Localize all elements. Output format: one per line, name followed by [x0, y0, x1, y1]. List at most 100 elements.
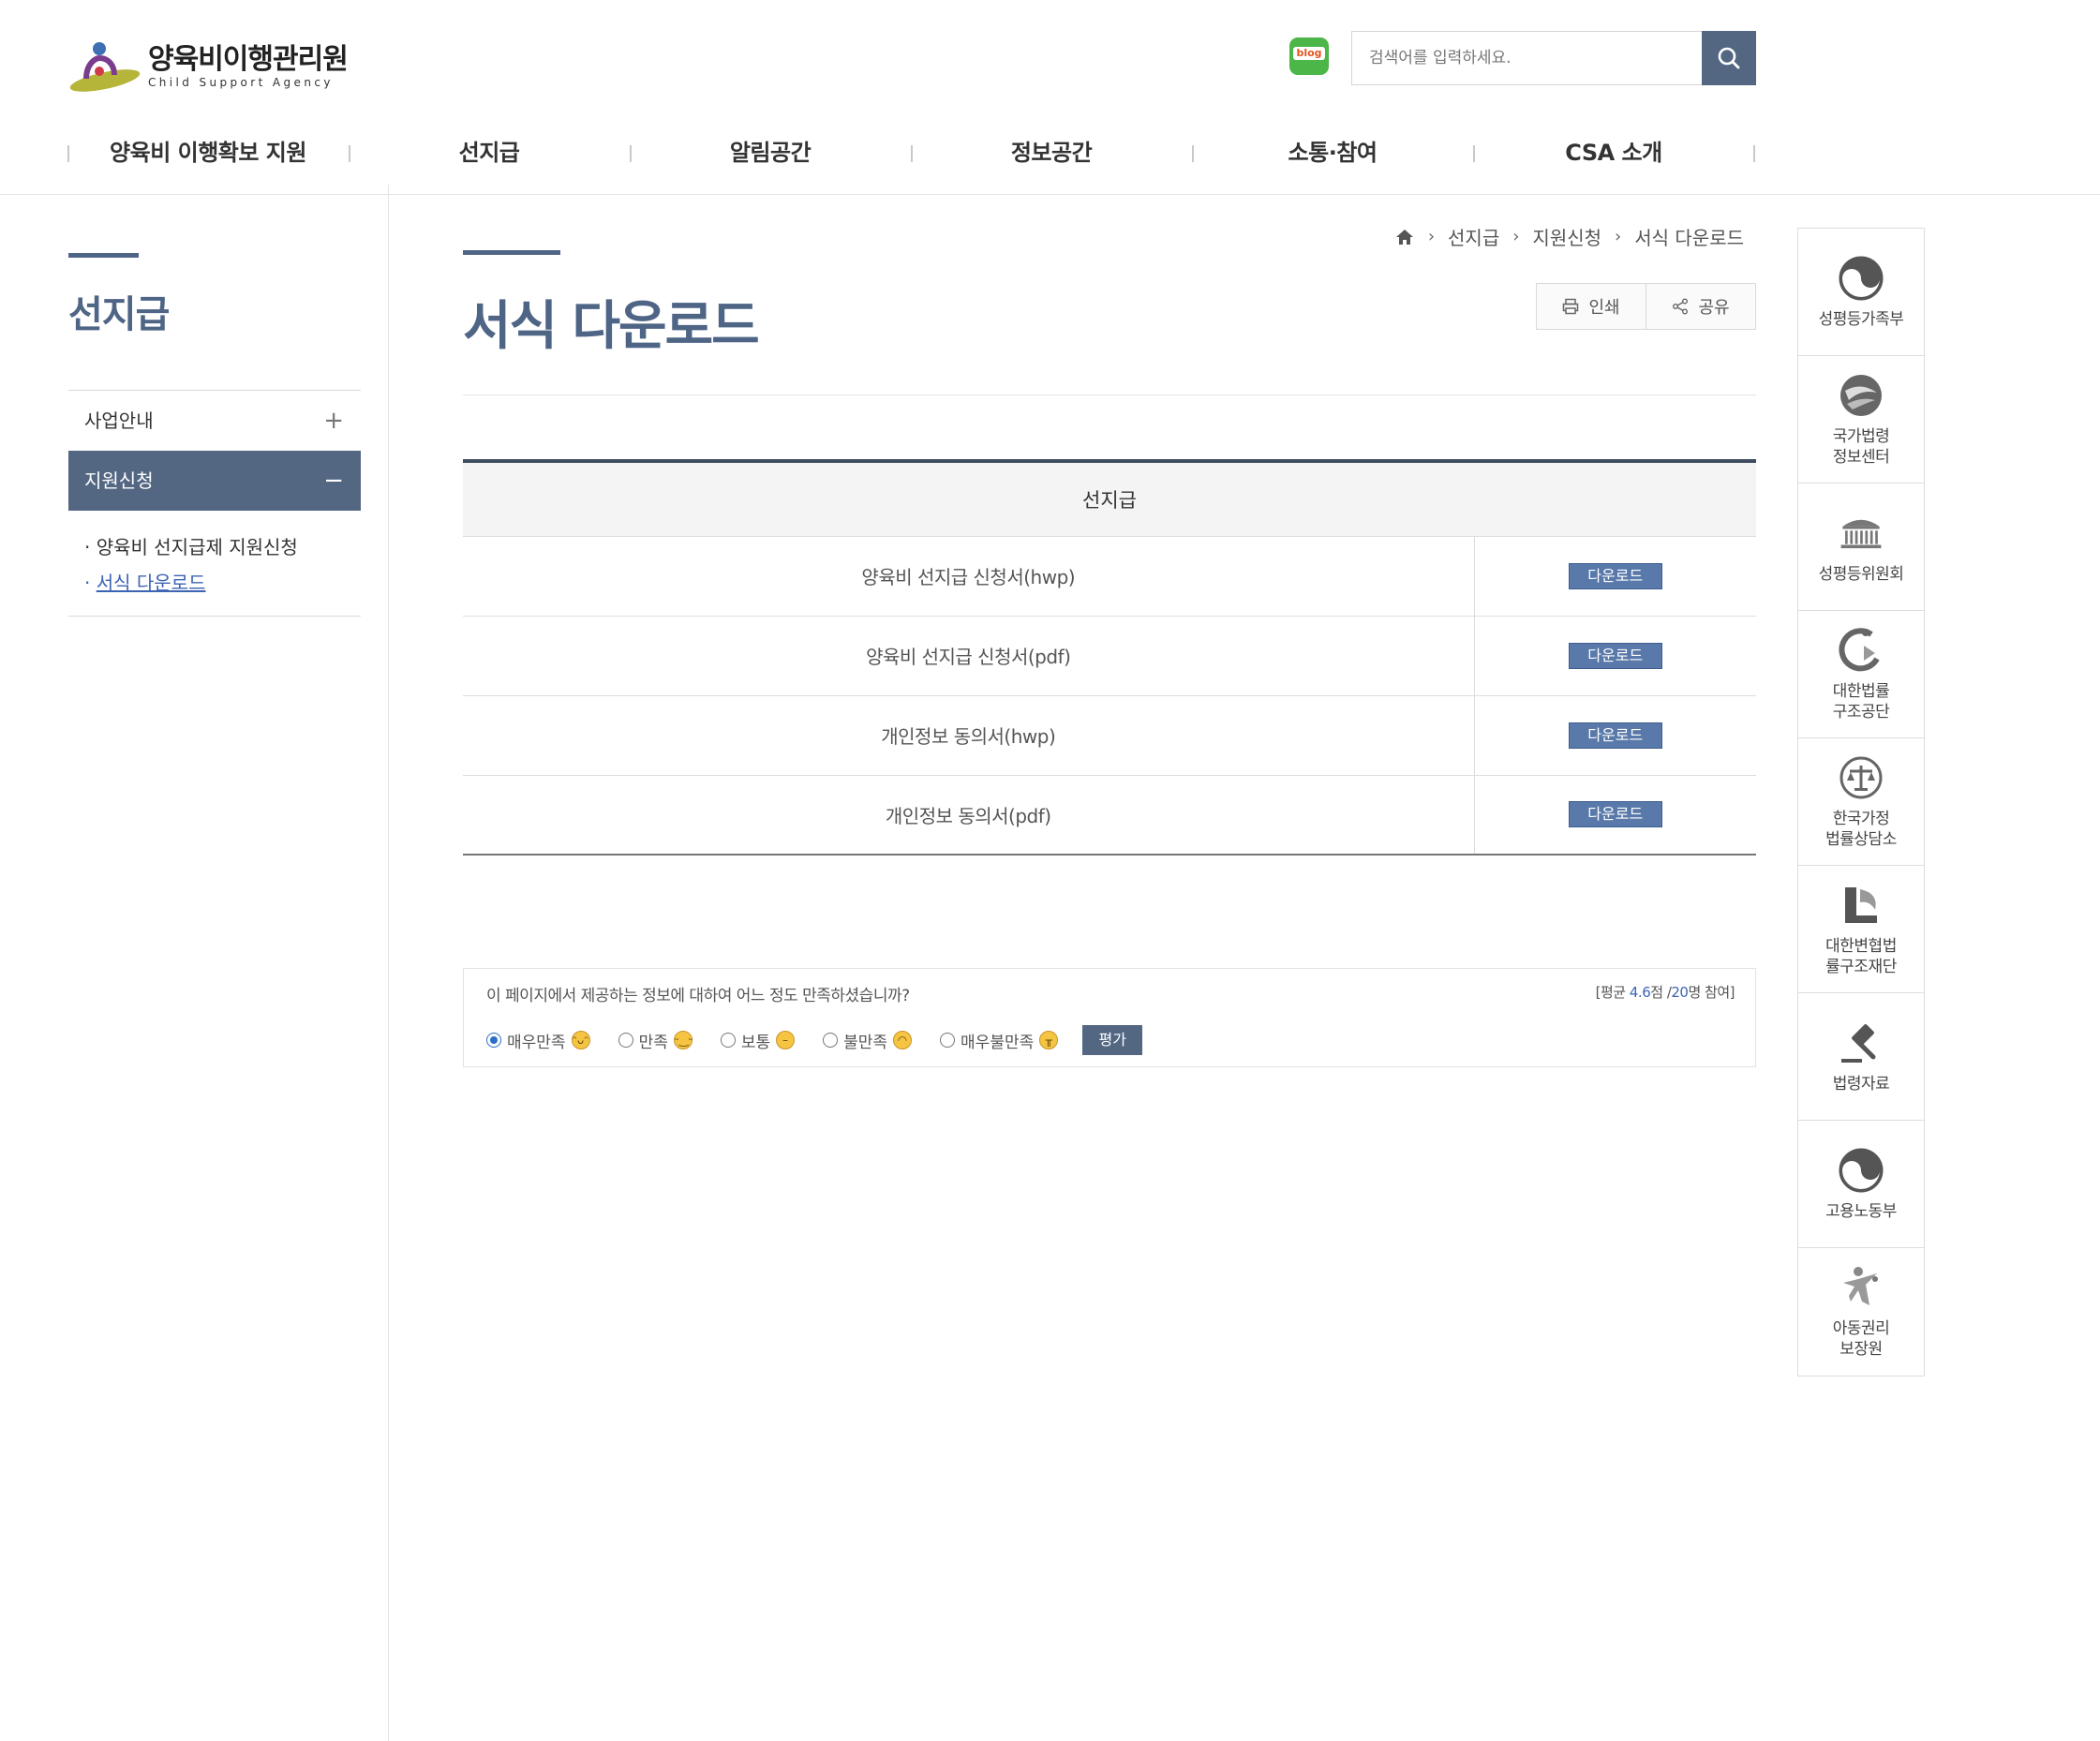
neutral-face-icon: –	[776, 1031, 796, 1049]
quick-link-child-rights[interactable]: 아동권리 보장원	[1798, 1248, 1924, 1376]
search-icon	[1718, 47, 1740, 69]
quick-link-bar-foundation[interactable]: 대한변협법 률구조재단	[1798, 866, 1924, 993]
sidebar-item-application[interactable]: 지원신청 −	[68, 451, 361, 511]
table-row: 개인정보 동의서(pdf) 다운로드	[463, 775, 1756, 855]
sidebar-title: 선지급	[68, 293, 170, 336]
nav-item-about[interactable]: CSA 소개	[1473, 126, 1754, 183]
survey-option-very-satisfied[interactable]: 매우만족 ᵔᴗᵔ	[486, 1029, 590, 1052]
survey-question: 이 페이지에서 제공하는 정보에 대하여 어느 정도 만족하셨습니까?	[486, 987, 910, 1005]
government-emblem-icon	[1838, 1147, 1884, 1194]
blog-link-button[interactable]: blog	[1289, 37, 1329, 75]
title-accent-bar	[463, 250, 560, 255]
file-name: 개인정보 동의서(pdf)	[463, 775, 1475, 855]
survey-option-satisfied[interactable]: 만족 ᵕ‿ᵕ	[618, 1029, 693, 1052]
submenu-item-apply[interactable]: · 양육비 선지급제 지원신청	[84, 529, 361, 565]
radio-button[interactable]	[720, 1033, 736, 1048]
site-logo[interactable]: 양육비이행관리원 Child Support Agency	[67, 37, 349, 96]
government-emblem-icon	[1838, 255, 1884, 302]
radio-button[interactable]	[940, 1033, 956, 1048]
table-row: 개인정보 동의서(hwp) 다운로드	[463, 695, 1756, 776]
download-button[interactable]: 다운로드	[1568, 722, 1662, 749]
logo-subtitle: Child Support Agency	[148, 76, 334, 89]
sidebar-menu: 사업안내 + 지원신청 − · 양육비 선지급제 지원신청 · 서식 다운로드	[68, 390, 361, 617]
blog-icon: blog	[1293, 47, 1325, 60]
breadcrumb-current: 서식 다운로드	[1634, 227, 1744, 249]
file-name: 양육비 선지급 신청서(pdf)	[463, 616, 1475, 696]
quick-link-law-data[interactable]: 법령자료	[1798, 993, 1924, 1121]
header-divider	[0, 194, 2100, 195]
quick-link-family-legal-counseling[interactable]: 한국가정 법률상담소	[1798, 738, 1924, 866]
share-icon	[1673, 298, 1689, 315]
survey-option-very-dissatisfied[interactable]: 매우불만족 ╥	[940, 1029, 1059, 1052]
nav-item-communication[interactable]: 소통·참여	[1192, 126, 1473, 183]
sidebar-accent-bar	[68, 253, 139, 258]
chevron-right-icon: ›	[1615, 227, 1622, 246]
radio-button[interactable]	[486, 1033, 501, 1048]
gavel-icon	[1838, 1019, 1884, 1066]
print-button[interactable]: 인쇄	[1537, 284, 1646, 329]
nav-item-advance-payment[interactable]: 선지급	[349, 126, 630, 183]
survey-option-neutral[interactable]: 보통 –	[720, 1029, 796, 1052]
quick-link-legal-aid[interactable]: 대한법률 구조공단	[1798, 611, 1924, 738]
file-name: 양육비 선지급 신청서(hwp)	[463, 536, 1475, 617]
breadcrumb-item[interactable]: 지원신청	[1532, 223, 1601, 250]
legal-aid-icon	[1838, 627, 1884, 674]
survey-options: 매우만족 ᵔᴗᵔ 만족 ᵕ‿ᵕ 보통 – 불만족 ◠ 매우불만족 ╥ 평가	[486, 1025, 1143, 1055]
law-center-icon	[1838, 372, 1884, 419]
collapse-icon: −	[323, 467, 344, 495]
quick-link-law-center[interactable]: 국가법령 정보센터	[1798, 356, 1924, 484]
radio-button[interactable]	[618, 1033, 633, 1048]
download-table: 선지급 양육비 선지급 신청서(hwp) 다운로드 양육비 선지급 신청서(pd…	[463, 459, 1756, 856]
sidebar-item-label: 지원신청	[84, 469, 154, 492]
chevron-right-icon: ›	[1427, 227, 1436, 246]
logo-emblem-icon	[67, 37, 142, 96]
submenu-item-form-download[interactable]: · 서식 다운로드	[84, 565, 361, 601]
sidebar-item-business-guide[interactable]: 사업안내 +	[68, 391, 361, 451]
chevron-right-icon: ›	[1512, 227, 1520, 246]
search-button[interactable]	[1702, 31, 1756, 85]
crying-face-icon: ╥	[1039, 1031, 1059, 1049]
logo-title: 양육비이행관리원	[148, 43, 349, 76]
survey-average: [평균 4.6점 /20명 참여]	[1595, 984, 1735, 1001]
share-button[interactable]: 공유	[1646, 284, 1755, 329]
quick-link-labor-ministry[interactable]: 고용노동부	[1798, 1121, 1924, 1248]
sidebar-divider	[388, 185, 389, 1741]
nav-item-notice[interactable]: 알림공간	[630, 126, 911, 183]
table-header: 선지급	[463, 461, 1756, 537]
frown-face-icon: ◠	[893, 1031, 913, 1049]
radio-button[interactable]	[823, 1033, 839, 1048]
main-navigation: 양육비 이행확보 지원 선지급 알림공간 정보공간 소통·참여 CSA 소개	[67, 126, 1756, 183]
breadcrumb-item[interactable]: 선지급	[1448, 223, 1499, 250]
scales-icon	[1838, 754, 1884, 801]
child-rights-icon	[1838, 1264, 1884, 1311]
search-box	[1351, 31, 1756, 85]
smile-face-icon: ᵕ‿ᵕ	[673, 1031, 693, 1049]
title-divider	[463, 394, 1756, 395]
expand-icon: +	[323, 407, 344, 435]
printer-icon	[1563, 298, 1579, 315]
survey-option-dissatisfied[interactable]: 불만족 ◠	[823, 1029, 913, 1052]
download-button[interactable]: 다운로드	[1568, 801, 1662, 828]
nav-divider	[1753, 145, 1755, 162]
satisfaction-survey: 이 페이지에서 제공하는 정보에 대하여 어느 정도 만족하셨습니까? [평균 …	[463, 968, 1756, 1067]
page-title: 서식 다운로드	[463, 296, 760, 357]
search-input[interactable]	[1352, 32, 1699, 84]
building-icon	[1838, 510, 1884, 557]
bar-foundation-icon	[1838, 882, 1884, 929]
download-button[interactable]: 다운로드	[1568, 562, 1662, 589]
quick-link-gender-equality-ministry[interactable]: 성평등가족부	[1798, 229, 1924, 356]
related-sites-panel: 성평등가족부 국가법령 정보센터 성평등위원회 대한법률 구조공단 한국가정 법…	[1797, 228, 1925, 1376]
nav-item-info[interactable]: 정보공간	[911, 126, 1192, 183]
breadcrumb: › 선지급 › 지원신청 › 서식 다운로드	[1394, 223, 1744, 250]
nav-item-child-support[interactable]: 양육비 이행확보 지원	[67, 126, 349, 183]
sidebar-item-label: 사업안내	[84, 409, 154, 432]
sidebar-submenu: · 양육비 선지급제 지원신청 · 서식 다운로드	[68, 511, 361, 617]
quick-link-gender-equality-committee[interactable]: 성평등위원회	[1798, 484, 1924, 611]
page-tools: 인쇄 공유	[1536, 283, 1756, 330]
download-button[interactable]: 다운로드	[1568, 642, 1662, 669]
home-icon[interactable]	[1394, 228, 1415, 246]
file-name: 개인정보 동의서(hwp)	[463, 695, 1475, 776]
table-row: 양육비 선지급 신청서(pdf) 다운로드	[463, 616, 1756, 696]
very-happy-face-icon: ᵔᴗᵔ	[571, 1031, 590, 1049]
survey-submit-button[interactable]: 평가	[1082, 1025, 1143, 1055]
